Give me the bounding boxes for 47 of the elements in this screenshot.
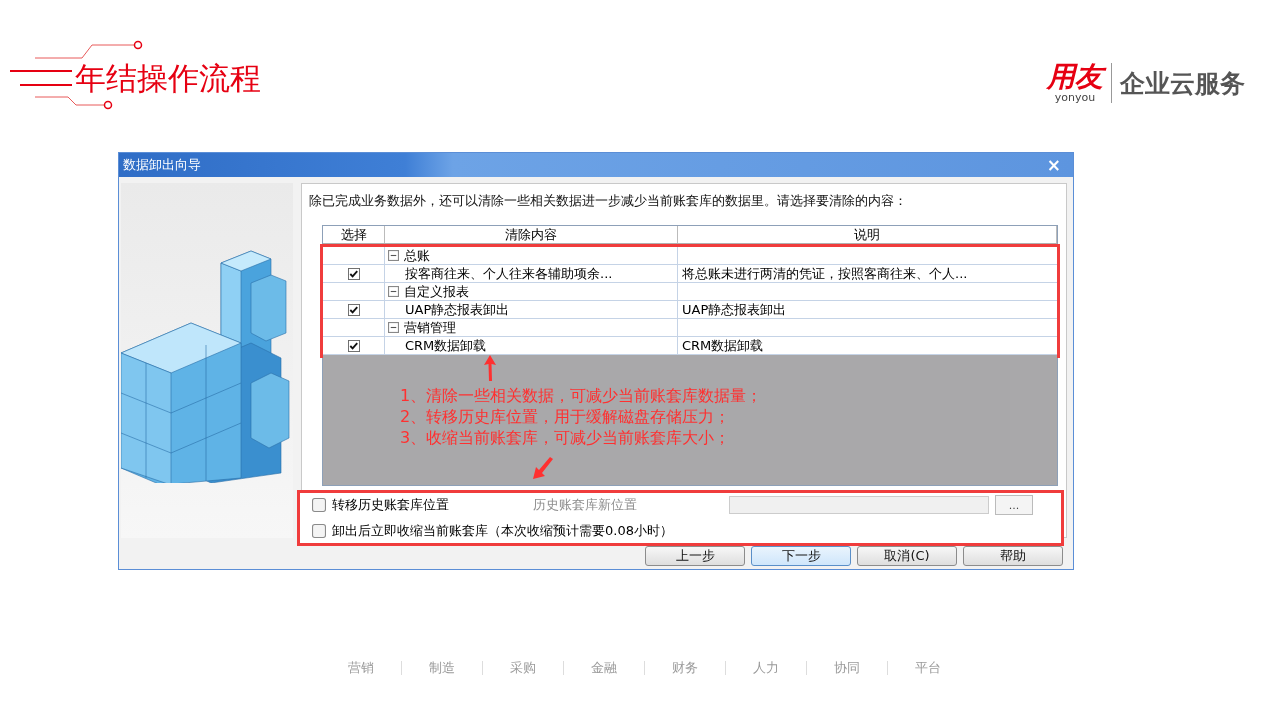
group-name: 营销管理 bbox=[404, 319, 456, 336]
group-name: 总账 bbox=[404, 247, 430, 264]
collapse-icon[interactable] bbox=[388, 250, 399, 261]
brand-subtitle: yonyou bbox=[1054, 92, 1096, 104]
annotation-text: 3、收缩当前账套库，可减少当前账套库大小； bbox=[400, 427, 732, 448]
brand-tagline: 企业云服务 bbox=[1120, 67, 1245, 100]
column-header: 清除内容 bbox=[385, 226, 678, 243]
slide-title: 年结操作流程 bbox=[74, 60, 261, 96]
wizard-button[interactable]: 上一步 bbox=[645, 546, 745, 566]
location-field[interactable] bbox=[729, 496, 989, 514]
checkbox[interactable] bbox=[347, 303, 360, 316]
option-label: 卸出后立即收缩当前账套库（本次收缩预计需要0.08小时） bbox=[332, 522, 673, 540]
footer-nav-link[interactable]: 金融 bbox=[563, 661, 644, 675]
table-cell: 按客商往来、个人往来各辅助项余... bbox=[405, 265, 613, 282]
checkbox[interactable] bbox=[312, 498, 326, 512]
collapse-icon[interactable] bbox=[388, 322, 399, 333]
footer-nav-link[interactable]: 平台 bbox=[887, 661, 968, 675]
table-cell: UAP静态报表卸出 bbox=[405, 301, 510, 318]
table-cell: 将总账未进行两清的凭证，按照客商往来、个人... bbox=[682, 265, 968, 282]
instruction-text: 除已完成业务数据外，还可以清除一些相关数据进一步减少当前账套库的数据里。请选择要清除的内容： bbox=[308, 192, 908, 210]
footer-nav-link[interactable]: 营销 bbox=[321, 661, 401, 675]
footer-nav-link[interactable]: 人力 bbox=[725, 661, 806, 675]
table-cell: UAP静态报表卸出 bbox=[682, 301, 787, 318]
group-name: 自定义报表 bbox=[404, 283, 469, 300]
arrow-icon bbox=[533, 457, 553, 479]
close-button[interactable]: × bbox=[1046, 155, 1061, 175]
location-label: 历史账套库新位置 bbox=[533, 496, 638, 514]
checkbox[interactable] bbox=[312, 524, 326, 538]
footer-nav-link[interactable]: 财务 bbox=[644, 661, 725, 675]
wizard-button[interactable]: 取消(C) bbox=[857, 546, 957, 566]
wizard-button[interactable]: 帮助 bbox=[963, 546, 1063, 566]
arrow-icon bbox=[483, 355, 497, 381]
window-title: 数据卸出向导 bbox=[123, 156, 201, 174]
table-cell: CRM数据卸载 bbox=[405, 337, 487, 354]
checkbox[interactable] bbox=[347, 267, 360, 280]
collapse-icon[interactable] bbox=[388, 286, 399, 297]
footer-nav-link[interactable]: 采购 bbox=[482, 661, 563, 675]
footer-nav-link[interactable]: 协同 bbox=[806, 661, 887, 675]
annotation-text: 1、清除一些相关数据，可减少当前账套库数据量； bbox=[400, 385, 764, 406]
checkbox[interactable] bbox=[347, 339, 360, 352]
annotation-text: 2、转移历史库位置，用于缓解磁盘存储压力； bbox=[400, 406, 732, 427]
column-header: 选择 bbox=[323, 226, 385, 243]
table-cell: CRM数据卸载 bbox=[682, 337, 764, 354]
footer-nav-link[interactable]: 制造 bbox=[401, 661, 482, 675]
option-label: 转移历史账套库位置 bbox=[332, 496, 449, 514]
wizard-button[interactable]: 下一步 bbox=[751, 546, 851, 566]
column-header: 说明 bbox=[678, 226, 1057, 243]
